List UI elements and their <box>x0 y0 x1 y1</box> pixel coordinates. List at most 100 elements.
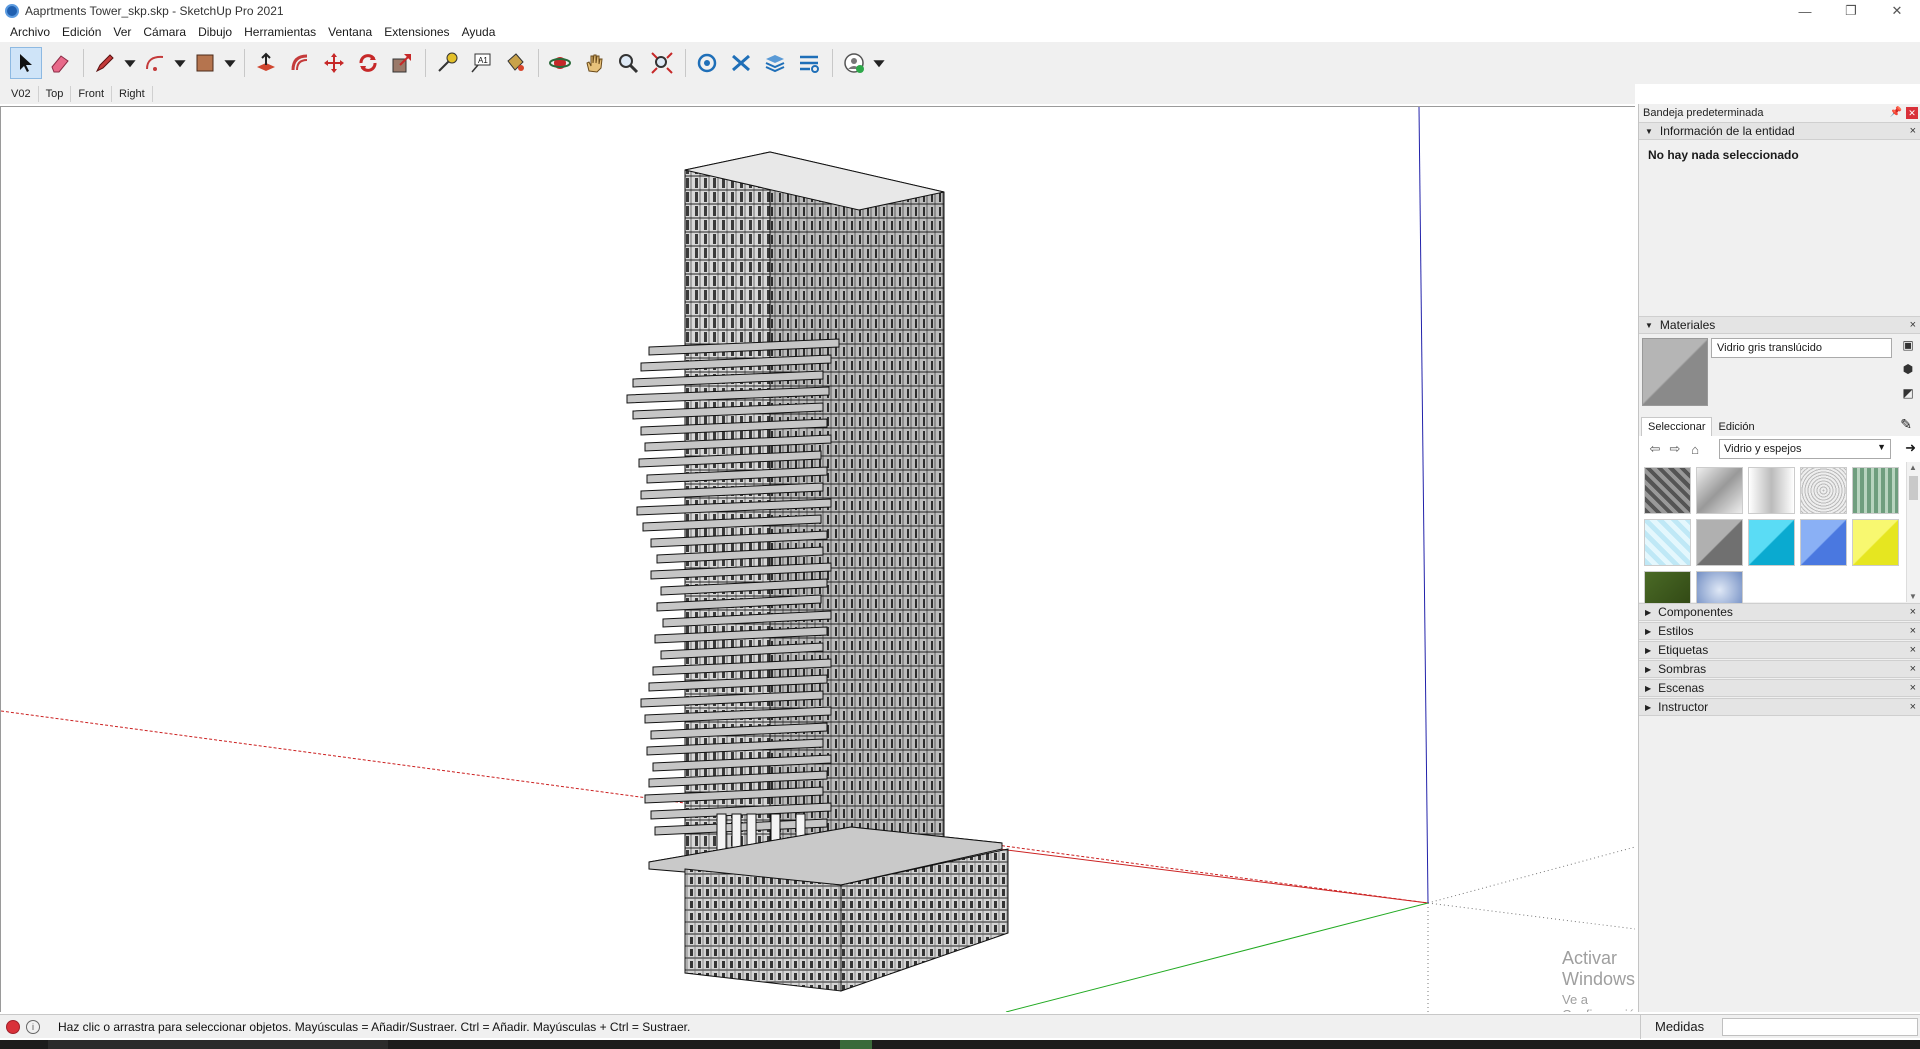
minimize-button[interactable]: — <box>1782 0 1828 22</box>
close-icon[interactable]: × <box>1910 319 1916 331</box>
scene-tab-front[interactable]: Front <box>71 86 113 102</box>
swatch-scrollbar[interactable]: ▲ ▼ <box>1906 462 1920 602</box>
zoom-extents-icon[interactable] <box>646 47 678 79</box>
menu-herramientas[interactable]: Herramientas <box>238 25 322 39</box>
arc-icon[interactable] <box>139 47 171 79</box>
material-swatch[interactable] <box>1644 519 1691 566</box>
close-icon[interactable]: × <box>1910 682 1916 694</box>
paint-bucket-icon[interactable] <box>499 47 531 79</box>
pencil-line-icon[interactable] <box>89 47 121 79</box>
panel-escenas-header[interactable]: ▶ Escenas × <box>1639 679 1920 697</box>
restore-button[interactable]: ❐ <box>1828 0 1874 22</box>
orbit-icon[interactable] <box>544 47 576 79</box>
material-swatch[interactable] <box>1748 519 1795 566</box>
panel-title: Instructor <box>1658 700 1709 714</box>
paint-default-icon[interactable]: ⬢ <box>1900 362 1916 380</box>
material-name-field[interactable]: Vidrio gris translúcido <box>1711 338 1892 358</box>
zoom-icon[interactable] <box>612 47 644 79</box>
panel-estilos-header[interactable]: ▶ Estilos × <box>1639 622 1920 640</box>
menu-camara[interactable]: Cámara <box>137 25 192 39</box>
panel-sombras-header[interactable]: ▶ Sombras × <box>1639 660 1920 678</box>
material-swatch[interactable] <box>1644 467 1691 514</box>
tape-measure-icon[interactable] <box>431 47 463 79</box>
menu-ayuda[interactable]: Ayuda <box>456 25 502 39</box>
panel-entity-info-header[interactable]: ▼ Información de la entidad × <box>1639 122 1920 140</box>
select-icon[interactable] <box>10 47 42 79</box>
menu-dibujo[interactable]: Dibujo <box>192 25 238 39</box>
close-icon[interactable]: × <box>1910 644 1916 656</box>
rotate-icon[interactable] <box>352 47 384 79</box>
material-swatch[interactable] <box>1696 519 1743 566</box>
scene-tab-right[interactable]: Right <box>112 86 153 102</box>
material-library-select[interactable]: Vidrio y espejos ▼ <box>1719 439 1891 459</box>
scroll-thumb[interactable] <box>1909 476 1918 500</box>
info-icon[interactable]: i <box>26 1019 40 1034</box>
expand-triangle-icon: ▶ <box>1645 626 1652 636</box>
panel-componentes-header[interactable]: ▶ Componentes × <box>1639 603 1920 621</box>
tab-edicion[interactable]: Edición <box>1712 418 1760 436</box>
extension-manager-icon[interactable] <box>793 47 825 79</box>
extension-warehouse-icon[interactable] <box>725 47 757 79</box>
menu-ver[interactable]: Ver <box>107 25 137 39</box>
pin-icon[interactable]: 📌 <box>1890 107 1902 118</box>
taskbar-item-active[interactable] <box>840 1040 872 1049</box>
chevron-down-icon[interactable] <box>123 47 137 79</box>
material-swatch[interactable] <box>1852 519 1899 566</box>
scroll-down-icon[interactable]: ▼ <box>1909 592 1917 601</box>
profile-icon[interactable] <box>838 47 870 79</box>
panel-etiquetas-header[interactable]: ▶ Etiquetas × <box>1639 641 1920 659</box>
expand-triangle-icon: ▶ <box>1645 645 1652 655</box>
chevron-down-icon[interactable] <box>173 47 187 79</box>
close-icon[interactable]: × <box>1910 625 1916 637</box>
layout-icon[interactable] <box>759 47 791 79</box>
material-swatch[interactable] <box>1852 467 1899 514</box>
geolocation-icon[interactable] <box>6 1019 20 1034</box>
close-window-button[interactable]: ✕ <box>1874 0 1920 22</box>
warehouse-icon[interactable] <box>691 47 723 79</box>
measurements-input[interactable] <box>1722 1018 1918 1036</box>
material-swatch[interactable] <box>1800 467 1847 514</box>
close-icon[interactable]: × <box>1910 701 1916 713</box>
panel-materials-header[interactable]: ▼ Materiales × <box>1639 316 1920 334</box>
close-icon[interactable]: × <box>1910 606 1916 618</box>
close-icon[interactable]: × <box>1910 125 1916 137</box>
menu-extensiones[interactable]: Extensiones <box>378 25 455 39</box>
menu-archivo[interactable]: Archivo <box>4 25 56 39</box>
details-arrow-icon[interactable]: ➜ <box>1905 440 1916 456</box>
scene-tab-v02[interactable]: V02 <box>4 86 39 102</box>
pan-icon[interactable] <box>578 47 610 79</box>
watermark-subtitle: Ve a Configuración para activar Windows. <box>1562 992 1635 1012</box>
material-preview-icon[interactable]: ◩ <box>1900 386 1916 404</box>
taskbar-item[interactable] <box>48 1040 388 1049</box>
menu-ventana[interactable]: Ventana <box>322 25 378 39</box>
create-material-icon[interactable]: ▣ <box>1900 338 1916 356</box>
chevron-down-icon[interactable] <box>223 47 237 79</box>
menu-edicion[interactable]: Edición <box>56 25 107 39</box>
model-viewport[interactable]: Activar Windows Ve a Configuración para … <box>0 106 1635 1012</box>
tab-seleccionar[interactable]: Seleccionar <box>1641 417 1713 436</box>
back-arrow-icon[interactable]: ⇦ <box>1645 441 1665 457</box>
eraser-icon[interactable] <box>44 47 76 79</box>
expand-triangle-icon: ▶ <box>1645 607 1652 617</box>
forward-arrow-icon[interactable]: ⇨ <box>1665 441 1685 457</box>
material-swatch[interactable] <box>1748 467 1795 514</box>
eyedropper-icon[interactable]: ✎ <box>1900 416 1912 433</box>
material-swatch[interactable] <box>1696 467 1743 514</box>
push-pull-icon[interactable] <box>250 47 282 79</box>
material-swatch[interactable] <box>1800 519 1847 566</box>
rectangle-icon[interactable] <box>189 47 221 79</box>
panel-instructor-header[interactable]: ▶ Instructor × <box>1639 698 1920 716</box>
model-canvas[interactable] <box>1 107 1635 1012</box>
entity-info-body: No hay nada seleccionado <box>1639 140 1920 316</box>
scene-tab-top[interactable]: Top <box>39 86 72 102</box>
scale-icon[interactable] <box>386 47 418 79</box>
scroll-up-icon[interactable]: ▲ <box>1909 463 1917 472</box>
close-icon[interactable]: × <box>1910 663 1916 675</box>
move-icon[interactable] <box>318 47 350 79</box>
chevron-down-icon[interactable] <box>872 47 886 79</box>
close-icon[interactable]: ✕ <box>1906 107 1918 119</box>
home-icon[interactable]: ⌂ <box>1685 442 1705 457</box>
text-icon[interactable]: A1 <box>465 47 497 79</box>
current-material-swatch[interactable] <box>1642 338 1708 406</box>
offset-icon[interactable] <box>284 47 316 79</box>
